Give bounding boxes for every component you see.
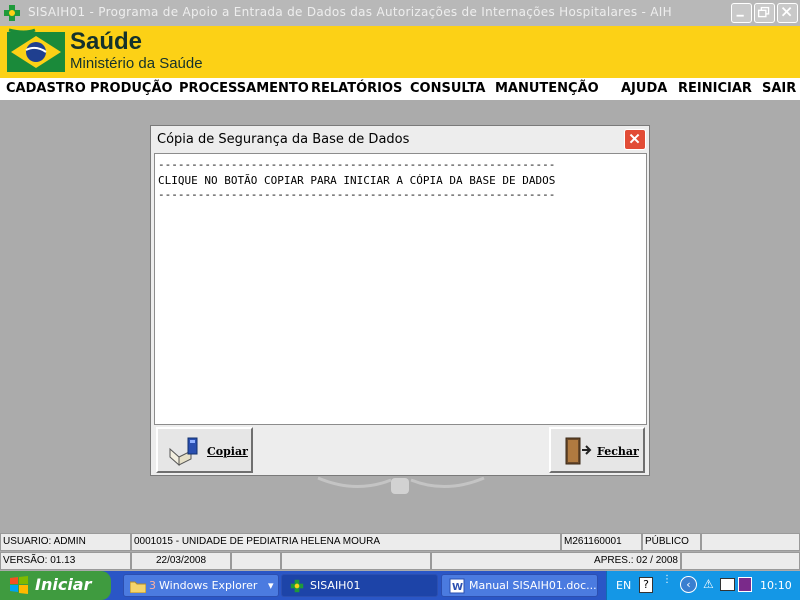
app-cross-icon [290,579,304,593]
message-separator-bottom: ----------------------------------------… [158,188,556,201]
dialog-footer: Copiar Fechar [154,426,647,474]
dialog-message-area: ----------------------------------------… [154,153,647,425]
status-presentation: APRES.: 02 / 2008 [431,552,681,570]
close-button-label: Fechar [597,445,639,458]
dialog-title: Cópia de Segurança da Base de Dados [157,132,410,147]
status-bar-top: USUARIO: ADMIN 0001015 - UNIDADE DE PEDI… [0,533,800,552]
copy-button-label: Copiar [207,445,248,458]
chevron-down-icon: ▾ [268,579,274,592]
brand-name: Saúde [70,28,143,55]
restore-icon [757,6,770,18]
brazil-flag-logo [7,28,65,72]
menu-consulta[interactable]: CONSULTA [410,81,485,96]
monitor-icon[interactable] [720,578,735,591]
status-user: USUARIO: ADMIN [0,533,131,551]
app-cross-icon [4,5,20,21]
help-icon[interactable]: ? [639,577,653,593]
ministry-banner: Saúde Ministério da Saúde [0,26,800,78]
tray-app-icon[interactable]: ⚠ [703,577,714,591]
menu-reiniciar[interactable]: REINICIAR [678,81,752,96]
message-instruction: CLIQUE NO BOTÃO COPIAR PARA INICIAR A CÓ… [158,174,556,187]
status-bar-bottom: VERSÃO: 01.13 22/03/2008 APRES.: 02 / 20… [0,552,800,571]
menu-bar: CADASTRO PRODUÇÃO PROCESSAMENTO RELATÓRI… [0,78,800,100]
backup-dialog: Cópia de Segurança da Base de Dados ----… [150,125,650,476]
status-unit: 0001015 - UNIDADE DE PEDIATRIA HELENA MO… [131,533,561,551]
folder-icon [130,581,146,593]
restore-button[interactable] [754,3,775,23]
menu-processamento[interactable]: PROCESSAMENTO [179,81,309,96]
message-separator-top: ----------------------------------------… [158,158,556,171]
dialog-close-button[interactable] [624,129,646,150]
task-label: SISAIH01 [310,579,361,592]
system-tray: EN ? ⋮ ‹ ⚠ 10:10 [606,571,800,600]
close-window-button[interactable] [777,3,798,23]
svg-text:W: W [452,582,463,593]
chevron-left-icon[interactable]: ‹ [680,576,697,593]
windows-logo-icon [10,576,28,594]
start-label: Iniciar [35,575,92,594]
copy-database-icon [169,437,198,467]
task-group-count: 3 [149,579,156,592]
task-label: Windows Explorer [159,579,258,592]
task-windows-explorer[interactable]: 3 Windows Explorer ▾ [123,574,279,597]
status-code: M261160001 [561,533,642,551]
menu-cadastro[interactable]: CADASTRO [6,81,86,96]
ministry-name: Ministério da Saúde [70,55,203,72]
status-type: PÚBLICO [642,533,701,551]
close-icon [781,6,792,17]
menu-producao[interactable]: PRODUÇÃO [90,81,173,96]
clock[interactable]: 10:10 [760,579,792,592]
status-empty-1 [701,533,800,551]
exit-door-icon [565,437,592,465]
window-title: SISAIH01 - Programa de Apoio a Entrada d… [28,5,672,19]
status-empty-4 [681,552,800,570]
menu-sair[interactable]: SAIR [762,81,796,96]
tray-program-icon[interactable] [738,577,752,592]
close-icon [629,133,640,144]
status-empty-2 [231,552,281,570]
task-sisaih01[interactable]: SISAIH01 [281,574,438,597]
taskbar: Iniciar 3 Windows Explorer ▾ SISAIH01 W … [0,571,800,600]
start-button[interactable]: Iniciar [0,571,111,600]
window-titlebar: SISAIH01 - Programa de Apoio a Entrada d… [0,0,800,26]
network-icon[interactable]: ⋮ [662,574,672,585]
word-document-icon: W [449,578,465,594]
language-indicator[interactable]: EN [616,579,631,592]
menu-ajuda[interactable]: AJUDA [621,81,667,96]
minimize-button[interactable] [731,3,752,23]
status-date: 22/03/2008 [131,552,231,570]
task-label: Manual SISAIH01.doc... [469,579,597,592]
status-version: VERSÃO: 01.13 [0,552,131,570]
close-dialog-button[interactable]: Fechar [549,427,645,473]
copy-button[interactable]: Copiar [156,427,253,473]
menu-relatorios[interactable]: RELATÓRIOS [311,81,402,96]
task-manual-doc[interactable]: W Manual SISAIH01.doc... [441,574,598,597]
menu-manutencao[interactable]: MANUTENÇÃO [495,81,599,96]
emblem-watermark [317,476,485,494]
minimize-icon [736,14,744,17]
status-empty-3 [281,552,431,570]
